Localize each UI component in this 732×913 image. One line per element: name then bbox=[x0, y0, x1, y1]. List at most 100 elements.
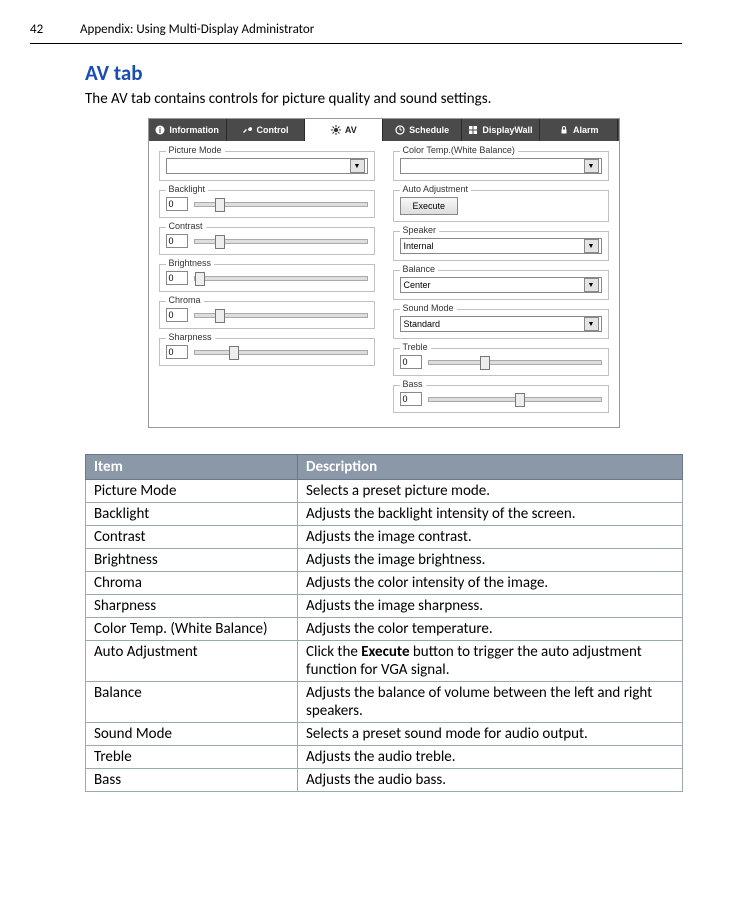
table-row: BrightnessAdjusts the image brightness. bbox=[86, 549, 683, 572]
brightness-slider[interactable] bbox=[194, 276, 368, 281]
execute-button[interactable]: Execute bbox=[400, 197, 459, 215]
page-header: 42 Appendix: Using Multi-Display Adminis… bbox=[30, 22, 682, 44]
group-label: Auto Adjustment bbox=[400, 184, 472, 194]
tab-label: Schedule bbox=[409, 125, 449, 135]
bass-value[interactable]: 0 bbox=[400, 392, 422, 406]
picture-mode-select[interactable]: ▼ bbox=[166, 158, 368, 174]
desc-cell: Adjusts the image sharpness. bbox=[298, 595, 683, 618]
tab-label: Information bbox=[169, 125, 219, 135]
sound-mode-group: Sound Mode Standard ▼ bbox=[393, 309, 609, 339]
desc-cell: Adjusts the audio treble. bbox=[298, 746, 683, 769]
item-cell: Brightness bbox=[86, 549, 298, 572]
table-row: Color Temp. (White Balance)Adjusts the c… bbox=[86, 618, 683, 641]
sharpness-group: Sharpness 0 bbox=[159, 338, 375, 366]
section-title: AV tab bbox=[85, 60, 682, 86]
chevron-down-icon: ▼ bbox=[584, 278, 599, 292]
chroma-group: Chroma 0 bbox=[159, 301, 375, 329]
chevron-down-icon: ▼ bbox=[350, 159, 365, 173]
description-table: Item Description Picture ModeSelects a p… bbox=[85, 454, 683, 792]
group-label: Contrast bbox=[166, 221, 206, 231]
sound-mode-select[interactable]: Standard ▼ bbox=[400, 316, 602, 332]
desc-cell: Adjusts the image contrast. bbox=[298, 526, 683, 549]
sun-icon bbox=[331, 125, 341, 135]
group-label: Balance bbox=[400, 264, 439, 274]
grid-icon bbox=[468, 125, 478, 135]
desc-cell: Adjusts the color intensity of the image… bbox=[298, 572, 683, 595]
sharpness-slider[interactable] bbox=[194, 350, 368, 355]
tab-information[interactable]: i Information bbox=[149, 119, 227, 141]
page-number: 42 bbox=[30, 22, 80, 37]
group-label: Color Temp.(White Balance) bbox=[400, 145, 518, 155]
item-cell: Backlight bbox=[86, 503, 298, 526]
color-temp-group: Color Temp.(White Balance) ▼ bbox=[393, 151, 609, 181]
backlight-value[interactable]: 0 bbox=[166, 197, 188, 211]
speaker-group: Speaker Internal ▼ bbox=[393, 231, 609, 261]
slider-thumb[interactable] bbox=[480, 356, 490, 370]
slider-thumb[interactable] bbox=[515, 393, 525, 407]
brightness-value[interactable]: 0 bbox=[166, 271, 188, 285]
auto-adjustment-group: Auto Adjustment Execute bbox=[393, 190, 609, 222]
contrast-slider[interactable] bbox=[194, 239, 368, 244]
table-row: Picture ModeSelects a preset picture mod… bbox=[86, 480, 683, 503]
wrench-icon bbox=[242, 125, 252, 135]
tab-schedule[interactable]: Schedule bbox=[383, 119, 461, 141]
table-row: BassAdjusts the audio bass. bbox=[86, 769, 683, 792]
slider-thumb[interactable] bbox=[195, 272, 205, 286]
right-column: Color Temp.(White Balance) ▼ Auto Adjust… bbox=[393, 151, 609, 413]
bass-slider[interactable] bbox=[428, 397, 602, 402]
select-value: Center bbox=[404, 280, 431, 290]
color-temp-select[interactable]: ▼ bbox=[400, 158, 602, 174]
bass-group: Bass 0 bbox=[393, 385, 609, 413]
desc-cell: Adjusts the backlight intensity of the s… bbox=[298, 503, 683, 526]
table-row: TrebleAdjusts the audio treble. bbox=[86, 746, 683, 769]
table-row: ContrastAdjusts the image contrast. bbox=[86, 526, 683, 549]
chevron-down-icon: ▼ bbox=[584, 159, 599, 173]
group-label: Chroma bbox=[166, 295, 204, 305]
table-body: Picture ModeSelects a preset picture mod… bbox=[86, 480, 683, 792]
tab-control[interactable]: Control bbox=[227, 119, 305, 141]
page: 42 Appendix: Using Multi-Display Adminis… bbox=[0, 0, 732, 832]
item-cell: Picture Mode bbox=[86, 480, 298, 503]
group-label: Picture Mode bbox=[166, 145, 225, 155]
speaker-select[interactable]: Internal ▼ bbox=[400, 238, 602, 254]
slider-thumb[interactable] bbox=[215, 309, 225, 323]
slider-thumb[interactable] bbox=[215, 235, 225, 249]
picture-mode-group: Picture Mode ▼ bbox=[159, 151, 375, 181]
select-value: Standard bbox=[404, 319, 441, 329]
header-title: Appendix: Using Multi-Display Administra… bbox=[80, 22, 314, 37]
item-cell: Color Temp. (White Balance) bbox=[86, 618, 298, 641]
tab-label: DisplayWall bbox=[482, 125, 532, 135]
svg-text:i: i bbox=[159, 126, 161, 135]
backlight-slider[interactable] bbox=[194, 202, 368, 207]
contrast-value[interactable]: 0 bbox=[166, 234, 188, 248]
table-row: ChromaAdjusts the color intensity of the… bbox=[86, 572, 683, 595]
panel-body: Picture Mode ▼ Backlight 0 bbox=[149, 141, 619, 427]
chroma-slider[interactable] bbox=[194, 313, 368, 318]
sharpness-value[interactable]: 0 bbox=[166, 345, 188, 359]
app-window: i Information Control AV bbox=[148, 118, 620, 428]
item-cell: Sound Mode bbox=[86, 723, 298, 746]
slider-thumb[interactable] bbox=[215, 198, 225, 212]
slider-thumb[interactable] bbox=[229, 346, 239, 360]
contrast-group: Contrast 0 bbox=[159, 227, 375, 255]
item-cell: Bass bbox=[86, 769, 298, 792]
group-label: Bass bbox=[400, 379, 426, 389]
item-cell: Contrast bbox=[86, 526, 298, 549]
treble-value[interactable]: 0 bbox=[400, 355, 422, 369]
tab-alarm[interactable]: Alarm bbox=[540, 119, 618, 141]
treble-group: Treble 0 bbox=[393, 348, 609, 376]
balance-select[interactable]: Center ▼ bbox=[400, 277, 602, 293]
chevron-down-icon: ▼ bbox=[584, 317, 599, 331]
chroma-value[interactable]: 0 bbox=[166, 308, 188, 322]
col-item-header: Item bbox=[86, 455, 298, 480]
left-column: Picture Mode ▼ Backlight 0 bbox=[159, 151, 375, 413]
tab-label: Control bbox=[256, 125, 288, 135]
table-row: BacklightAdjusts the backlight intensity… bbox=[86, 503, 683, 526]
tab-label: Alarm bbox=[573, 125, 599, 135]
desc-cell: Selects a preset sound mode for audio ou… bbox=[298, 723, 683, 746]
tab-av[interactable]: AV bbox=[305, 119, 383, 141]
balance-group: Balance Center ▼ bbox=[393, 270, 609, 300]
tab-displaywall[interactable]: DisplayWall bbox=[462, 119, 540, 141]
col-desc-header: Description bbox=[298, 455, 683, 480]
treble-slider[interactable] bbox=[428, 360, 602, 365]
